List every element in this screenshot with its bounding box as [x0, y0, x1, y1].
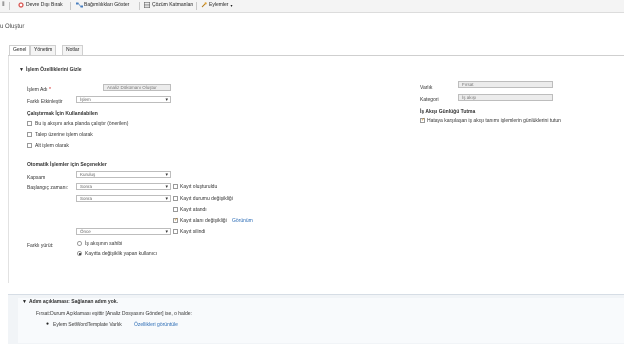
- toolbar-divider: [139, 2, 140, 10]
- deactivate-button[interactable]: Devre Dışı Bırak: [18, 2, 63, 8]
- activate-as-select[interactable]: İşlem: [76, 96, 171, 103]
- record-deleted-checkbox[interactable]: [173, 229, 178, 234]
- field-change-view-link[interactable]: Görünüm: [232, 218, 253, 224]
- step-condition-text: Fırsat:Durum Açıklaması eşittir [Analiz …: [36, 311, 192, 317]
- run-as-owner-radio[interactable]: [77, 241, 82, 246]
- field-change-checkbox[interactable]: [173, 217, 178, 223]
- child-process-label: Alt işlem olarak: [35, 143, 69, 149]
- entity-field: Fırsat: [458, 81, 553, 88]
- bullet-icon: ●: [46, 321, 50, 327]
- collapse-triangle-icon[interactable]: ▼: [22, 299, 27, 305]
- category-label: Kategori: [420, 97, 439, 103]
- record-created-label: Kayıt oluşturuldu: [180, 184, 218, 190]
- layers-icon: [144, 2, 151, 9]
- delete-timing-select[interactable]: Önce: [76, 228, 171, 235]
- entity-label: Varlık: [420, 85, 433, 91]
- record-deleted-label: Kayıt silindi: [180, 229, 206, 235]
- start-timing-select[interactable]: Sonra: [76, 183, 171, 190]
- toolbar-divider: [196, 2, 197, 10]
- page-title: u Oluştur: [0, 24, 25, 30]
- solution-layers-button[interactable]: Çözüm Katmanları: [144, 2, 194, 9]
- category-field: İş akışı: [458, 94, 553, 101]
- chevron-down-icon: ▾: [230, 2, 233, 8]
- start-when-label: Başlangıç zamanı:: [27, 185, 69, 191]
- available-to-run-header: Çalıştırmak İçin Kullanılabilen: [27, 111, 98, 117]
- workflow-log-header: İş Akışı Günlüğü Tutma: [420, 109, 476, 115]
- toolbar-divider: [70, 2, 71, 10]
- run-as-modifier-label: Kayıtta değişiklik yapan kullanıcı: [85, 251, 157, 257]
- step-description-header: Adım açıklaması: Sağlanan adım yok.: [29, 299, 118, 305]
- tab-notes[interactable]: Notlar: [62, 45, 84, 55]
- solution-layers-label: Çözüm Katmanları: [152, 2, 194, 8]
- collapse-triangle-icon[interactable]: ▼: [19, 67, 24, 73]
- scope-select[interactable]: Kuruluş: [76, 171, 171, 178]
- status-change-checkbox[interactable]: [173, 196, 178, 201]
- status-change-label: Kayıt durumu değişikliği: [180, 196, 233, 202]
- tab-content-area: [8, 56, 624, 283]
- run-as-owner-label: İş akışının sahibi: [85, 241, 123, 247]
- run-as-modifier-radio[interactable]: [77, 251, 82, 256]
- record-assigned-checkbox[interactable]: [173, 207, 178, 212]
- actions-icon: [201, 2, 207, 8]
- activate-as-label: Farklı Etkinleştir: [27, 99, 63, 105]
- view-properties-link[interactable]: Özellikleri görüntüle: [134, 322, 178, 328]
- process-name-label: İşlem Adı *: [27, 87, 51, 93]
- tab-administration[interactable]: Yönetim: [30, 45, 57, 55]
- auto-options-header: Otomatik İşlemler için Seçenekler: [27, 162, 107, 168]
- status-change-timing-select[interactable]: Sonra: [76, 195, 171, 202]
- show-dependencies-button[interactable]: Bağımlılıkları Göster: [76, 2, 129, 8]
- on-demand-label: Talep üzerine işlem olarak: [35, 132, 93, 138]
- actions-menu-button[interactable]: Eylemler ▾: [201, 2, 232, 8]
- deactivate-label: Devre Dışı Bırak: [26, 2, 63, 8]
- dependencies-icon: [76, 2, 83, 8]
- pin-icon[interactable]: ⫴: [2, 2, 5, 9]
- scope-label: Kapsam: [27, 175, 46, 181]
- child-process-checkbox[interactable]: [27, 143, 32, 148]
- log-failures-label: Hataya karşılaşan iş akışı tanımı işleml…: [427, 118, 561, 124]
- field-change-label: Kayıt alanı değişikliği: [180, 218, 227, 224]
- section-header[interactable]: İşlem Özelliklerini Gizle: [26, 67, 82, 73]
- step-action-text: Eylem SetWordTemplate Varlık: [53, 322, 122, 328]
- record-created-checkbox[interactable]: [173, 184, 178, 189]
- actions-label: Eylemler: [209, 2, 229, 8]
- process-name-field[interactable]: Analiz Dökümanı Oluştur: [103, 84, 171, 91]
- show-dependencies-label: Bağımlılıkları Göster: [84, 2, 130, 8]
- log-failures-checkbox[interactable]: [420, 117, 425, 123]
- stop-circle-icon: [18, 2, 24, 8]
- on-demand-checkbox[interactable]: [27, 132, 32, 137]
- run-as-label: Farklı yürüt:: [27, 243, 54, 249]
- background-run-label: Bu iş akışını arka planda çalıştır (öner…: [35, 121, 129, 127]
- record-assigned-label: Kayıt atandı: [180, 207, 207, 213]
- toolbar-divider: [9, 2, 10, 10]
- background-run-checkbox[interactable]: [27, 121, 32, 126]
